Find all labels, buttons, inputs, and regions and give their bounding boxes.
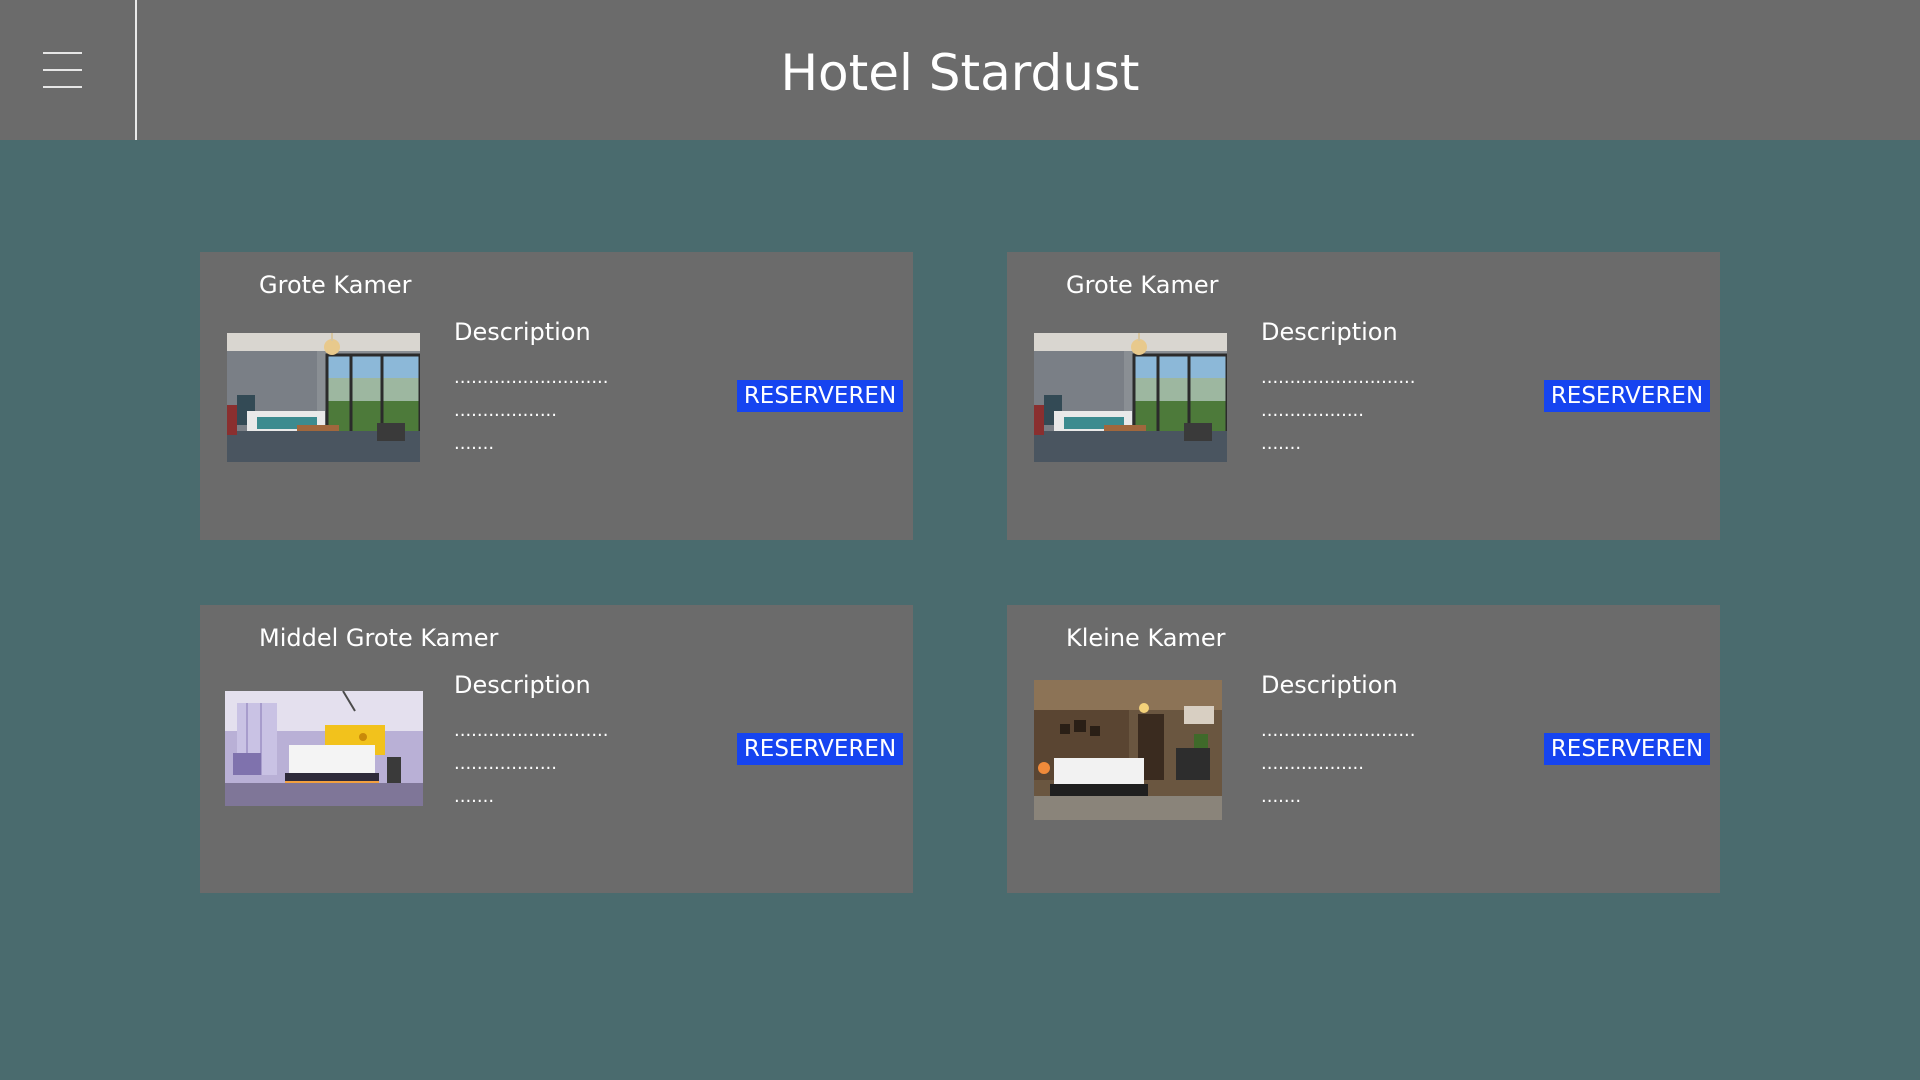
description-line: ....... [454,433,495,454]
room-card-kleine-kamer: Kleine Kamer Description ...............… [1007,605,1720,893]
room-title: Grote Kamer [259,271,412,299]
title-bar: Hotel Stardust [0,0,1920,140]
room-title: Middel Grote Kamer [259,624,499,652]
description-line: .................. [1261,400,1364,421]
room-description-label: Description [1261,318,1398,346]
room-title: Kleine Kamer [1066,624,1226,652]
dark-hotel-room-photo [1034,680,1222,820]
description-line: ........................... [454,367,609,388]
room-description-label: Description [454,671,591,699]
purple-hotel-room-photo [225,691,423,806]
room-title: Grote Kamer [1066,271,1219,299]
description-line: .................. [454,400,557,421]
description-line: .................. [1261,753,1364,774]
reserve-button[interactable]: RESERVEREN [1544,380,1710,412]
room-card-grote-kamer-2: Grote Kamer Description ................… [1007,252,1720,540]
hotel-room-with-window-photo [227,333,420,462]
description-line: ....... [1261,433,1302,454]
room-card-middel-grote-kamer: Middel Grote Kamer Description .........… [200,605,913,893]
room-description-label: Description [1261,671,1398,699]
room-card-grote-kamer-1: Grote Kamer Description ................… [200,252,913,540]
reserve-button[interactable]: RESERVEREN [737,380,903,412]
reserve-button[interactable]: RESERVEREN [737,733,903,765]
description-line: ....... [454,786,495,807]
description-line: ........................... [1261,367,1416,388]
description-line: .................. [454,753,557,774]
description-line: ........................... [1261,720,1416,741]
description-line: ....... [1261,786,1302,807]
hotel-room-with-window-photo [1034,333,1227,462]
room-description-label: Description [454,318,591,346]
reserve-button[interactable]: RESERVEREN [1544,733,1710,765]
app-title: Hotel Stardust [780,44,1140,102]
description-line: ........................... [454,720,609,741]
